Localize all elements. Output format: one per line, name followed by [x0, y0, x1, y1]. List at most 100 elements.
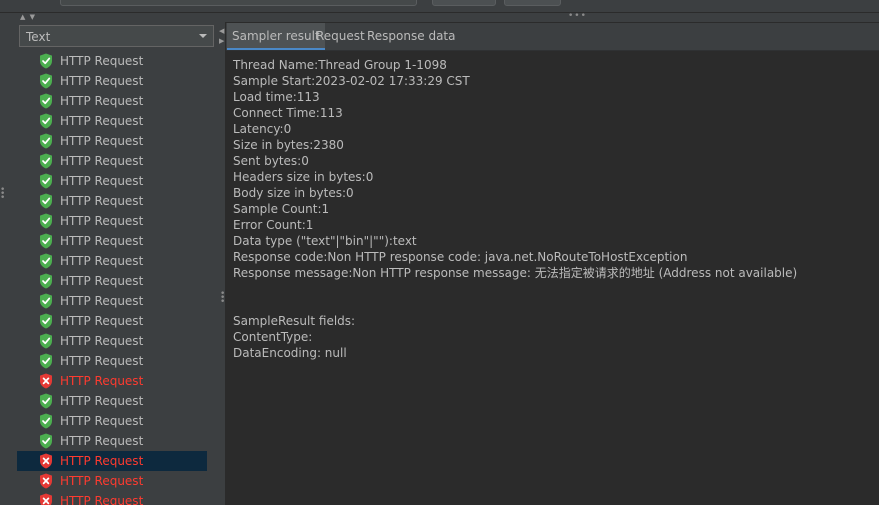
top-button-2[interactable]	[504, 0, 561, 6]
result-list-item-label: HTTP Request	[60, 134, 144, 148]
sampler-result-line: Load time:113	[233, 90, 320, 104]
result-list-item-label: HTTP Request	[60, 334, 144, 348]
result-list-item[interactable]: HTTP Request	[17, 151, 207, 171]
sampler-result-line: Thread Name:Thread Group 1-1098	[233, 58, 447, 72]
result-list-item[interactable]: HTTP Request	[17, 71, 207, 91]
result-list-item[interactable]: HTTP Request	[17, 251, 207, 271]
result-list-item-label: HTTP Request	[60, 434, 144, 448]
splitter-grip-icon[interactable]: • • •	[220, 290, 225, 307]
drag-handle-icon[interactable]: • • •	[0, 186, 6, 203]
top-button-1[interactable]	[432, 0, 496, 6]
renderer-select[interactable]: Text	[19, 25, 214, 47]
result-list-item[interactable]: HTTP Request	[17, 271, 207, 291]
success-shield-icon	[39, 93, 53, 109]
chevron-down-icon	[199, 34, 207, 38]
top-text-field[interactable]	[60, 0, 417, 6]
success-shield-icon	[39, 413, 53, 429]
result-list-item[interactable]: HTTP Request	[17, 131, 207, 151]
result-list-item[interactable]: HTTP Request	[17, 411, 207, 431]
result-list-item[interactable]: HTTP Request	[17, 451, 207, 471]
success-shield-icon	[39, 353, 53, 369]
sampler-result-line	[233, 297, 797, 313]
splitter-arrows-icon[interactable]: ◀ ▶	[219, 26, 224, 46]
success-shield-icon	[39, 213, 53, 229]
sampler-result-line: Body size in bytes:0	[233, 186, 354, 200]
sampler-result-line: Error Count:1	[233, 218, 314, 232]
result-list-item[interactable]: HTTP Request	[17, 471, 207, 491]
result-list-item-label: HTTP Request	[60, 114, 144, 128]
success-shield-icon	[39, 433, 53, 449]
result-list-item-label: HTTP Request	[60, 154, 144, 168]
tab-request[interactable]: Request	[311, 23, 370, 50]
sampler-result-line: Data type ("text"|"bin"|""):text	[233, 234, 417, 248]
sampler-result-line: ContentType:	[233, 330, 317, 344]
result-list-item-label: HTTP Request	[60, 414, 144, 428]
result-list-item-label: HTTP Request	[60, 294, 144, 308]
success-shield-icon	[39, 273, 53, 289]
renderer-select-value: Text	[26, 30, 51, 44]
result-list-item[interactable]: HTTP Request	[17, 331, 207, 351]
result-list-item-label: HTTP Request	[60, 354, 144, 368]
collapse-expand-arrows-icon[interactable]: ▲ ▼	[20, 13, 36, 21]
result-list-item[interactable]: HTTP Request	[17, 311, 207, 331]
result-list-item-label: HTTP Request	[60, 274, 144, 288]
error-shield-icon	[39, 493, 53, 505]
success-shield-icon	[39, 293, 53, 309]
result-list-item[interactable]: HTTP Request	[17, 51, 207, 71]
tab-response-data[interactable]: Response data	[362, 23, 460, 50]
sampler-result-line: Response code:Non HTTP response code: ja…	[233, 250, 688, 264]
result-list-item[interactable]: HTTP Request	[17, 211, 207, 231]
result-list-item-label: HTTP Request	[60, 74, 144, 88]
error-shield-icon	[39, 373, 53, 389]
result-list-item-label: HTTP Request	[60, 374, 144, 388]
success-shield-icon	[39, 333, 53, 349]
sampler-result-line: Sample Start:2023-02-02 17:33:29 CST	[233, 74, 470, 88]
left-gutter	[0, 13, 16, 505]
result-list-item-label: HTTP Request	[60, 494, 144, 505]
result-list-item-label: HTTP Request	[60, 234, 144, 248]
success-shield-icon	[39, 393, 53, 409]
view-results-tree: ▲ ▼ • • • Text HTTP Request HTTP Request HTT…	[0, 0, 879, 505]
result-list-item-label: HTTP Request	[60, 394, 144, 408]
result-list-item[interactable]: HTTP Request	[17, 431, 207, 451]
success-shield-icon	[39, 133, 53, 149]
error-shield-icon	[39, 473, 53, 489]
result-list[interactable]: HTTP Request HTTP Request HTTP Request HTTP…	[17, 51, 207, 505]
sampler-result-line: Headers size in bytes:0	[233, 170, 374, 184]
result-list-item-label: HTTP Request	[60, 474, 144, 488]
detail-tabs: Sampler result Request Response data	[226, 23, 879, 50]
sampler-result-line: Latency:0	[233, 122, 292, 136]
success-shield-icon	[39, 53, 53, 69]
result-list-item-label: HTTP Request	[60, 314, 144, 328]
result-list-item[interactable]: HTTP Request	[17, 191, 207, 211]
sampler-result-line: Size in bytes:2380	[233, 138, 344, 152]
result-list-item-label: HTTP Request	[60, 254, 144, 268]
success-shield-icon	[39, 253, 53, 269]
horizontal-grip-icon[interactable]: •••	[568, 11, 587, 21]
result-list-item[interactable]: HTTP Request	[17, 291, 207, 311]
result-list-item-label: HTTP Request	[60, 54, 144, 68]
success-shield-icon	[39, 113, 53, 129]
sampler-result-panel: Thread Name:Thread Group 1-1098 Sample St…	[226, 51, 879, 505]
result-list-item[interactable]: HTTP Request	[17, 391, 207, 411]
result-list-item[interactable]: HTTP Request	[17, 91, 207, 111]
result-list-item-label: HTTP Request	[60, 174, 144, 188]
result-list-item[interactable]: HTTP Request	[17, 111, 207, 131]
result-list-item[interactable]: HTTP Request	[17, 171, 207, 191]
result-list-item[interactable]: HTTP Request	[17, 231, 207, 251]
success-shield-icon	[39, 153, 53, 169]
top-toolbar	[0, 0, 879, 12]
sampler-result-line: Response message:Non HTTP response messa…	[233, 266, 798, 280]
result-list-item[interactable]: HTTP Request	[17, 491, 207, 505]
sampler-result-line: Sent bytes:0	[233, 154, 309, 168]
success-shield-icon	[39, 73, 53, 89]
top-separator	[0, 12, 879, 13]
success-shield-icon	[39, 313, 53, 329]
sampler-result-line: Connect Time:113	[233, 106, 343, 120]
sampler-result-line	[233, 281, 797, 297]
result-list-item[interactable]: HTTP Request	[17, 371, 207, 391]
error-shield-icon	[39, 453, 53, 469]
result-list-item-label: HTTP Request	[60, 454, 144, 468]
sampler-result-text[interactable]: Thread Name:Thread Group 1-1098 Sample St…	[233, 57, 797, 361]
result-list-item[interactable]: HTTP Request	[17, 351, 207, 371]
